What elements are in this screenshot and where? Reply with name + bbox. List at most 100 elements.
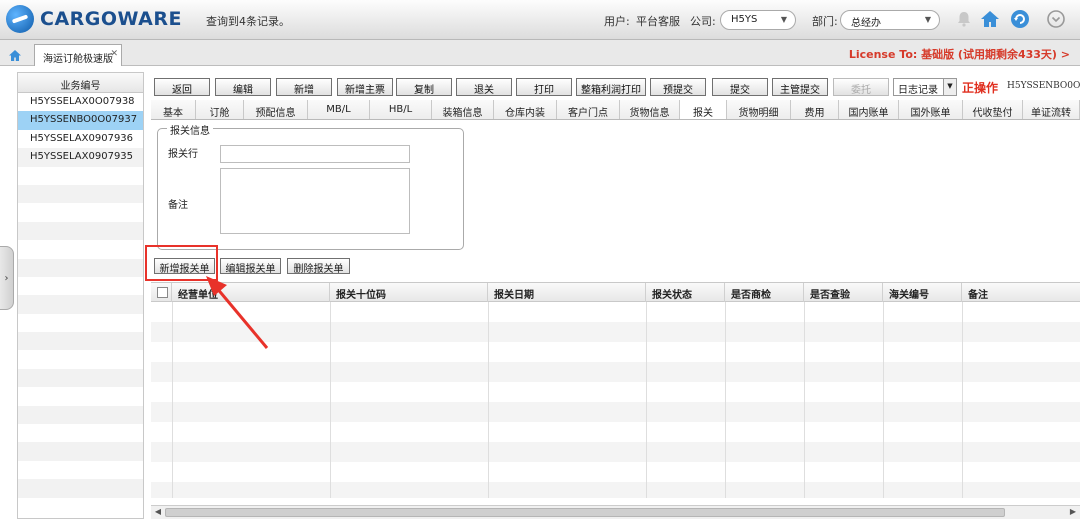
column-header[interactable]: 报关状态: [646, 283, 725, 302]
fcl-profit-print-button[interactable]: 整箱利润打印: [576, 78, 646, 96]
close-icon[interactable]: ✕: [110, 49, 118, 59]
tab-customer-door[interactable]: 客户门点: [557, 100, 620, 119]
user-name: 平台客服: [636, 15, 680, 28]
list-empty-row: [18, 332, 143, 351]
list-header: 业务编号: [18, 73, 143, 93]
add-customs-declaration-button[interactable]: 新增报关单: [154, 258, 215, 275]
column-divider: [804, 302, 805, 498]
entrust-button[interactable]: 委托: [833, 78, 889, 96]
broker-input[interactable]: [220, 145, 410, 163]
tab-container-info[interactable]: 装箱信息: [432, 100, 494, 119]
column-header[interactable]: 报关十位码: [330, 283, 488, 302]
collapse-panel-handle[interactable]: ›: [0, 246, 14, 310]
remark-label: 备注: [168, 200, 188, 211]
top-header: CARGOWARE 查询到4条记录。 用户: 平台客服 公司: H5YS ▼ 部…: [0, 0, 1080, 40]
print-button[interactable]: 打印: [516, 78, 572, 96]
list-empty-row: [18, 167, 143, 185]
submit-button[interactable]: 提交: [712, 78, 768, 96]
tab-collect-advance[interactable]: 代收垫付: [963, 100, 1023, 119]
chevron-down-icon: ▼: [943, 79, 956, 95]
column-header[interactable]: 备注: [962, 283, 1080, 302]
tab-hbl[interactable]: HB/L: [370, 100, 432, 119]
chevron-down-icon: ▼: [924, 15, 931, 24]
column-divider: [488, 302, 489, 498]
tab-document-flow[interactable]: 单证流转: [1023, 100, 1080, 119]
edit-button[interactable]: 编辑: [215, 78, 271, 96]
select-all-checkbox[interactable]: [157, 287, 168, 298]
manager-submit-button[interactable]: 主管提交: [772, 78, 828, 96]
copy-button[interactable]: 复制: [396, 78, 452, 96]
customs-panel: 报关信息 报关行 备注 新增报关单 编辑报关单 删除报关单 经营单位 报关十位码…: [145, 120, 1080, 519]
list-empty-row: [18, 295, 143, 314]
list-empty-row: [18, 424, 143, 442]
tab-sea-booking[interactable]: 海运订舱极速版 ✕: [34, 44, 122, 66]
column-header[interactable]: 海关编号: [883, 283, 962, 302]
home-icon[interactable]: [980, 9, 1000, 29]
dropdown-menu-icon[interactable]: [1046, 9, 1066, 29]
bell-icon[interactable]: [954, 9, 974, 29]
scroll-right-icon[interactable]: ▶: [1067, 507, 1079, 519]
list-empty-row: [18, 184, 143, 204]
home-tab-icon[interactable]: [4, 45, 26, 65]
column-header[interactable]: 是否商检: [725, 283, 804, 302]
column-header[interactable]: 报关日期: [488, 283, 646, 302]
tab-warehouse-loading[interactable]: 仓库内装: [494, 100, 557, 119]
tab-domestic-bill[interactable]: 国内账单: [839, 100, 899, 119]
table-row: [151, 442, 1080, 462]
operating-label: 正操作: [962, 81, 999, 95]
operating-record-id: H5YSSENBO0O07937: [1007, 81, 1080, 91]
table-row: [151, 362, 1080, 382]
tab-basic[interactable]: 基本: [151, 100, 196, 119]
horizontal-scrollbar[interactable]: ◀ ▶: [151, 505, 1080, 519]
dept-select[interactable]: 总经办 ▼: [840, 10, 940, 30]
dept-select-value: 总经办: [851, 18, 881, 29]
list-empty-row: [18, 442, 143, 461]
edit-customs-declaration-button[interactable]: 编辑报关单: [220, 258, 281, 275]
table-header: 经营单位 报关十位码 报关日期 报关状态 是否商检 是否查验 海关编号 备注: [151, 283, 1080, 302]
tab-cargo-info[interactable]: 货物信息: [620, 100, 680, 119]
tab-foreign-bill[interactable]: 国外账单: [899, 100, 963, 119]
log-record-select[interactable]: 日志记录 ▼: [893, 78, 957, 96]
tab-sea-booking-label: 海运订舱极速版: [43, 54, 113, 65]
new-master-bill-button[interactable]: 新增主票: [337, 78, 393, 96]
scrollbar-thumb[interactable]: [165, 508, 1005, 517]
customs-declaration-table: 经营单位 报关十位码 报关日期 报关状态 是否商检 是否查验 海关编号 备注: [151, 282, 1080, 498]
pre-submit-button[interactable]: 预提交: [650, 78, 706, 96]
tab-fees[interactable]: 费用: [791, 100, 839, 119]
select-all-cell: [151, 283, 172, 302]
tab-mbl[interactable]: MB/L: [308, 100, 370, 119]
list-empty-row: [18, 405, 143, 425]
back-button[interactable]: 返回: [154, 78, 210, 96]
customs-info-group: 报关信息 报关行 备注: [157, 122, 464, 250]
table-row: [151, 462, 1080, 482]
column-divider: [883, 302, 884, 498]
page-tab-bar: 海运订舱极速版 ✕ License To: 基础版 (试用期剩余433天) >: [0, 40, 1080, 66]
tab-booking[interactable]: 订舱: [196, 100, 244, 119]
tab-pre-allocation[interactable]: 预配信息: [244, 100, 308, 119]
new-button[interactable]: 新增: [276, 78, 332, 96]
table-row: [151, 422, 1080, 442]
tab-cargo-details[interactable]: 货物明细: [727, 100, 791, 119]
scroll-left-icon[interactable]: ◀: [152, 507, 164, 519]
license-link[interactable]: License To: 基础版 (试用期剩余433天) >: [849, 46, 1070, 62]
list-empty-row: [18, 479, 143, 498]
shutout-button[interactable]: 退关: [456, 78, 512, 96]
column-divider: [172, 302, 173, 498]
column-divider: [962, 302, 963, 498]
list-item[interactable]: H5YSSELAX0907936: [18, 130, 143, 148]
column-header[interactable]: 经营单位: [172, 283, 330, 302]
tab-customs[interactable]: 报关: [680, 100, 727, 119]
chevron-down-icon: ▼: [780, 15, 787, 24]
refresh-icon[interactable]: [1010, 9, 1030, 29]
delete-customs-declaration-button[interactable]: 删除报关单: [287, 258, 350, 275]
list-item[interactable]: H5YSSELAX0O07938: [18, 93, 143, 111]
table-row: [151, 342, 1080, 362]
remark-textarea[interactable]: [220, 168, 410, 234]
app-logo-text: CARGOWARE: [40, 8, 182, 30]
list-item-selected[interactable]: H5YSSENBO0O07937: [18, 111, 143, 130]
list-item[interactable]: H5YSSELAX0907935: [18, 148, 143, 167]
list-empty-row: [18, 240, 143, 258]
column-header[interactable]: 是否查验: [804, 283, 883, 302]
company-select[interactable]: H5YS ▼: [720, 10, 796, 30]
app-window: CARGOWARE 查询到4条记录。 用户: 平台客服 公司: H5YS ▼ 部…: [0, 0, 1080, 519]
